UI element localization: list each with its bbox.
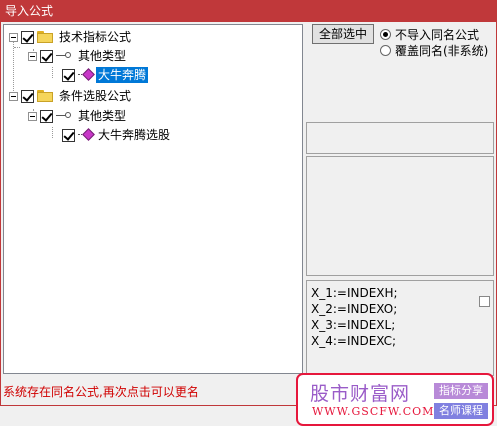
tree-node-daniu-benteng-select[interactable]: 大牛奔腾选股 [62, 126, 172, 144]
code-line: X_4:=INDEXC; [311, 334, 397, 348]
key-icon [56, 110, 72, 122]
watermark-tag-indicator-share: 指标分享 [434, 383, 488, 399]
code-line: X_1:=INDEXH; [311, 286, 398, 300]
node-checkbox[interactable] [21, 89, 34, 103]
tree-node-label: 其他类型 [78, 109, 127, 123]
collapse-toggle-icon[interactable] [28, 111, 37, 121]
folder-icon [37, 31, 53, 43]
node-checkbox[interactable] [40, 49, 53, 63]
formula-diamond-icon [78, 69, 94, 81]
tree-node-label: 条件选股公式 [59, 89, 132, 103]
code-line: X_3:=INDEXL; [311, 318, 396, 332]
radio-selected-icon[interactable] [380, 29, 391, 40]
node-checkbox[interactable] [62, 128, 75, 142]
folder-icon [37, 90, 53, 102]
tree-line [52, 67, 53, 78]
tree-line [52, 127, 53, 138]
description-panel [306, 156, 494, 276]
tree-node-label: 大牛奔腾 [96, 67, 149, 83]
radio-skip-same-name[interactable]: 不导入同名公式 [380, 26, 479, 43]
tree-node-tech-formula[interactable]: 技术指标公式 [9, 28, 133, 46]
radio-label: 不导入同名公式 [395, 28, 480, 42]
collapse-toggle-icon[interactable] [28, 51, 37, 61]
watermark-url: WWW.GSCFW.COM [312, 405, 435, 418]
radio-label: 覆盖同名(非系统) [395, 44, 489, 58]
tree-node-label: 大牛奔腾选股 [98, 128, 171, 142]
watermark-logo: 股市财富网 WWW.GSCFW.COM 指标分享 名师课程 [296, 373, 494, 426]
collapse-toggle-icon[interactable] [9, 91, 18, 101]
node-checkbox[interactable] [62, 68, 75, 82]
tree-node-label: 技术指标公式 [59, 30, 132, 44]
formula-tree[interactable]: 技术指标公式 其他类型 大牛奔腾 条件选股公式 其他类型 大牛奔腾选股 [3, 24, 303, 374]
radio-unselected-icon[interactable] [380, 45, 391, 56]
window-title: 导入公式 [0, 0, 497, 22]
dialog-body: 技术指标公式 其他类型 大牛奔腾 条件选股公式 其他类型 大牛奔腾选股 全部选中… [0, 22, 497, 426]
code-line: X_2:=INDEXO; [311, 302, 398, 316]
watermark-tag-teacher-course: 名师课程 [434, 403, 488, 419]
formula-code-preview[interactable]: X_1:=INDEXH; X_2:=INDEXO; X_3:=INDEXL; X… [306, 280, 494, 376]
watermark-title: 股市财富网 [310, 383, 411, 405]
tree-node-other-type[interactable]: 其他类型 [28, 47, 128, 65]
node-checkbox[interactable] [21, 30, 34, 44]
info-panel [306, 122, 494, 154]
preview-checkbox[interactable] [479, 296, 490, 307]
tree-node-stock-select-formula[interactable]: 条件选股公式 [9, 87, 133, 105]
tree-node-label: 其他类型 [78, 49, 127, 63]
status-message: 系统存在同名公式,再次点击可以更名 [3, 385, 199, 399]
radio-overwrite-same-name[interactable]: 覆盖同名(非系统) [380, 42, 488, 59]
formula-diamond-icon [78, 129, 94, 141]
tree-line [14, 47, 20, 48]
select-all-button[interactable]: 全部选中 [312, 24, 374, 44]
collapse-toggle-icon[interactable] [9, 32, 18, 42]
tree-node-other-type-2[interactable]: 其他类型 [28, 107, 128, 125]
node-checkbox[interactable] [40, 109, 53, 123]
key-icon [56, 50, 72, 62]
tree-node-daniu-benteng[interactable]: 大牛奔腾 [62, 66, 149, 84]
